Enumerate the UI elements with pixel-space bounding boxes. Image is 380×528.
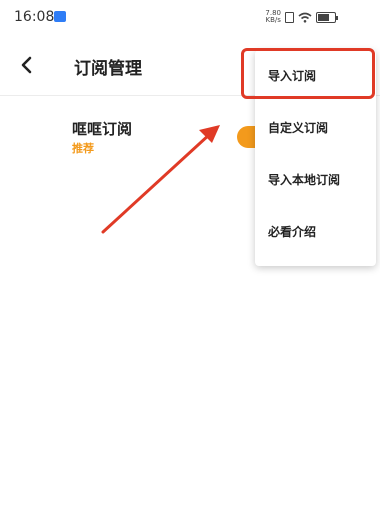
recommended-tag: 推荐 <box>72 142 94 155</box>
page-title: 订阅管理 <box>74 59 142 79</box>
menu-item-label: 导入本地订阅 <box>268 173 341 187</box>
battery-fill <box>318 13 329 21</box>
back-arrow-icon[interactable] <box>18 54 36 76</box>
subscription-name: 哐哐订阅 <box>72 120 133 138</box>
menu-item-label: 必看介绍 <box>268 225 317 239</box>
wifi-icon <box>298 12 312 23</box>
sim-card-icon <box>285 11 294 23</box>
status-time: 16:08 <box>14 9 55 25</box>
network-speed: 7.80 KB/s <box>265 10 281 24</box>
menu-item-must-read-intro[interactable]: 必看介绍 <box>255 206 376 258</box>
app-notification-icon <box>54 11 66 22</box>
status-bar: 16:08 7.80 KB/s <box>0 0 380 34</box>
menu-item-custom-subscription[interactable]: 自定义订阅 <box>255 102 376 154</box>
menu-item-label: 自定义订阅 <box>268 121 329 135</box>
battery-cap <box>336 15 338 20</box>
annotation-highlight-box <box>241 48 375 99</box>
menu-item-import-local-subscription[interactable]: 导入本地订阅 <box>255 154 376 206</box>
status-indicators: 7.80 KB/s <box>265 10 338 24</box>
network-speed-unit: KB/s <box>265 16 281 24</box>
battery-icon <box>316 11 338 23</box>
